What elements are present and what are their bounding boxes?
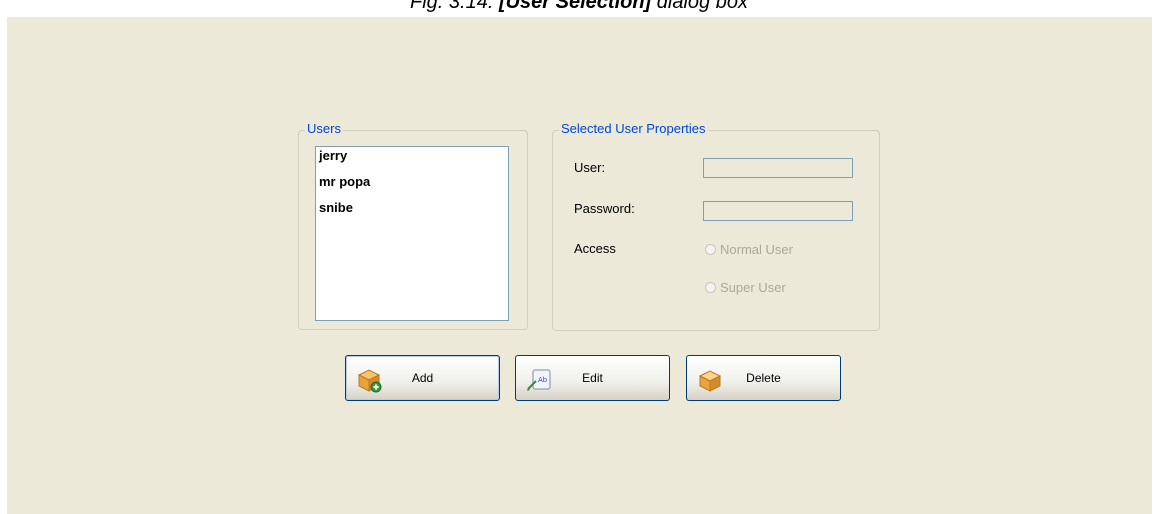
edit-button-label: Edit xyxy=(582,371,603,385)
password-field[interactable] xyxy=(703,201,853,221)
user-field[interactable] xyxy=(703,158,853,178)
caption-suffix: dialog box xyxy=(651,0,748,13)
list-item[interactable]: jerry xyxy=(316,147,508,173)
figure-caption: Fig. 3.14: [User Selection] dialog box xyxy=(0,0,1158,14)
add-button-label: Add xyxy=(411,371,434,385)
delete-button[interactable]: Delete xyxy=(686,355,841,401)
normal-user-label: Normal User xyxy=(720,241,793,257)
user-selection-dialog: Users jerry mr popa snibe Selected User … xyxy=(7,17,1152,514)
access-label: Access xyxy=(574,241,616,256)
edit-button[interactable]: Ab Edit xyxy=(515,355,670,401)
normal-user-radio[interactable]: Normal User xyxy=(705,240,793,258)
super-user-label: Super User xyxy=(720,279,786,295)
selected-user-properties-groupbox: Selected User Properties User: Password:… xyxy=(552,121,880,331)
password-label: Password: xyxy=(574,201,635,216)
radio-circle-icon xyxy=(705,281,716,293)
user-label: User: xyxy=(574,160,606,175)
super-user-radio[interactable]: Super User xyxy=(705,278,786,296)
delete-button-label: Delete xyxy=(746,371,781,385)
radio-circle-icon xyxy=(705,243,716,255)
properties-legend: Selected User Properties xyxy=(559,121,708,136)
add-button[interactable]: Add xyxy=(345,355,500,401)
users-groupbox: Users jerry mr popa snibe xyxy=(298,121,528,330)
list-item[interactable]: snibe xyxy=(316,199,508,225)
caption-prefix: Fig. 3.14: xyxy=(410,0,499,13)
list-item[interactable]: mr popa xyxy=(316,173,508,199)
users-legend: Users xyxy=(305,121,343,136)
users-listbox[interactable]: jerry mr popa snibe xyxy=(315,146,509,321)
caption-title: [User Selection] xyxy=(498,0,652,13)
